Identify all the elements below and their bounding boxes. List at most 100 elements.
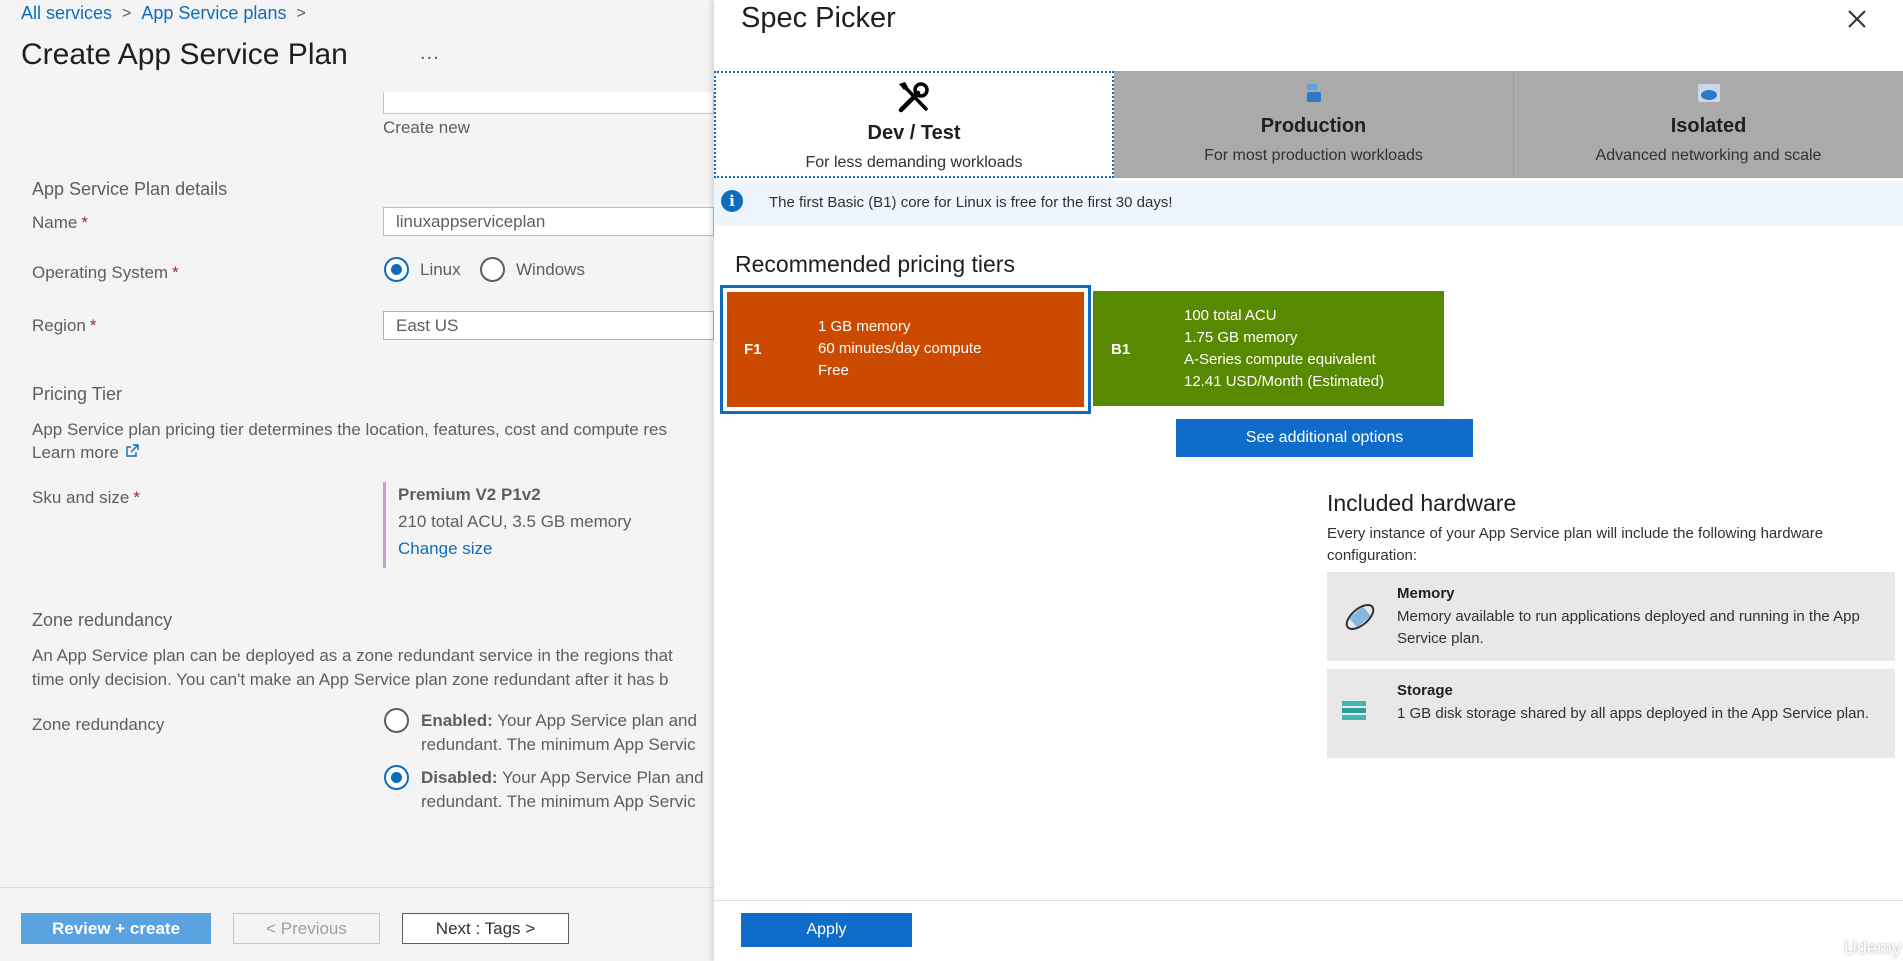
review-create-button[interactable]: Review + create bbox=[21, 913, 211, 944]
os-windows-label[interactable]: Windows bbox=[516, 260, 585, 280]
previous-button[interactable]: < Previous bbox=[233, 913, 380, 944]
zone-disabled-radio[interactable] bbox=[384, 765, 409, 790]
tab-dev-test-desc: For less demanding workloads bbox=[805, 154, 1023, 171]
info-banner: i The first Basic (B1) core for Linux is… bbox=[714, 181, 1903, 226]
tier-b1-line: 12.41 USD/Month (Estimated) bbox=[1184, 373, 1385, 390]
tab-production-label: Production bbox=[1260, 115, 1367, 137]
more-options-icon[interactable]: ... bbox=[420, 42, 440, 65]
tab-isolated-desc: Advanced networking and scale bbox=[1595, 147, 1822, 164]
breadcrumb: All services > App Service plans > bbox=[21, 3, 306, 24]
included-hardware-desc: Every instance of your App Service plan … bbox=[1327, 525, 1824, 564]
memory-icon bbox=[1345, 604, 1375, 630]
production-icon bbox=[1306, 84, 1321, 102]
tier-f1-card[interactable]: F1 1 GB memory 60 minutes/day compute Fr… bbox=[727, 292, 1084, 407]
required-mark: * bbox=[81, 213, 88, 232]
zone-disabled-line-1: Your App Service Plan and bbox=[501, 768, 704, 787]
zone-disabled-bold: Disabled: bbox=[421, 768, 498, 787]
zone-label: Zone redundancy bbox=[32, 715, 165, 734]
spec-picker-blade: Spec Picker Dev / Test For less demandin… bbox=[714, 0, 1903, 961]
breadcrumb-app-service-plans[interactable]: App Service plans bbox=[141, 3, 286, 24]
os-label-text: Operating System bbox=[32, 263, 169, 282]
hardware-storage-card: Storage 1 GB disk storage shared by all … bbox=[1327, 669, 1895, 758]
info-icon: i bbox=[721, 190, 743, 212]
isolated-icon bbox=[1697, 84, 1720, 102]
tab-production-desc: For most production workloads bbox=[1204, 147, 1423, 164]
external-link-icon bbox=[125, 444, 139, 457]
tier-b1-line: 100 total ACU bbox=[1184, 307, 1277, 324]
hardware-storage-desc: 1 GB disk storage shared by all apps dep… bbox=[1397, 705, 1869, 722]
details-heading: App Service Plan details bbox=[32, 179, 228, 199]
tier-f1-line: Free bbox=[818, 362, 849, 379]
tier-b1-details: 100 total ACU 1.75 GB memory A-Series co… bbox=[1184, 305, 1384, 393]
included-hardware-heading: Included hardware bbox=[1327, 490, 1517, 516]
required-mark: * bbox=[172, 263, 179, 282]
next-tags-button[interactable]: Next : Tags > bbox=[402, 913, 569, 944]
workload-tabs: Dev / Test For less demanding workloads … bbox=[714, 71, 1903, 178]
required-mark: * bbox=[89, 316, 97, 335]
sku-title: Premium V2 P1v2 bbox=[398, 485, 541, 504]
zone-enabled-text: Enabled: Your App Service plan and redun… bbox=[421, 709, 714, 757]
sku-subtitle: 210 total ACU, 3.5 GB memory bbox=[398, 512, 632, 531]
resource-group-field[interactable] bbox=[383, 92, 714, 114]
region-select[interactable]: East US bbox=[383, 311, 714, 340]
tab-isolated-label: Isolated bbox=[1670, 115, 1747, 137]
sku-label: Sku and size * bbox=[32, 488, 140, 508]
tab-production[interactable]: Production For most production workloads bbox=[1114, 71, 1514, 178]
zone-enabled-bold: Enabled: bbox=[421, 711, 493, 730]
name-field[interactable]: linuxappserviceplan bbox=[383, 207, 714, 236]
tab-dev-test[interactable]: Dev / Test For less demanding workloads bbox=[714, 71, 1114, 178]
os-label: Operating System * bbox=[32, 263, 179, 283]
tab-isolated[interactable]: Isolated Advanced networking and scale bbox=[1514, 71, 1903, 178]
sku-label-text: Sku and size bbox=[32, 488, 130, 507]
zone-heading: Zone redundancy bbox=[32, 610, 173, 630]
tier-f1-line: 1 GB memory bbox=[818, 318, 911, 335]
zone-enabled-radio[interactable] bbox=[384, 708, 409, 733]
tier-f1-details: 1 GB memory 60 minutes/day compute Free bbox=[818, 316, 981, 382]
see-additional-options-button[interactable]: See additional options bbox=[1176, 419, 1473, 457]
tier-b1-code: B1 bbox=[1111, 341, 1131, 358]
info-text: The first Basic (B1) core for Linux is f… bbox=[769, 194, 1173, 211]
tools-icon bbox=[898, 82, 929, 113]
spec-picker-title: Spec Picker bbox=[741, 2, 896, 34]
tier-f1-line: 60 minutes/day compute bbox=[818, 340, 982, 357]
sku-summary: Premium V2 P1v2 210 total ACU, 3.5 GB me… bbox=[383, 482, 703, 568]
hardware-storage-name: Storage bbox=[1397, 682, 1453, 699]
close-icon[interactable] bbox=[1846, 8, 1868, 30]
storage-icon bbox=[1342, 701, 1366, 720]
zone-disabled-text: Disabled: Your App Service Plan and redu… bbox=[421, 766, 714, 814]
tier-f1-code: F1 bbox=[744, 341, 762, 358]
region-label: Region * bbox=[32, 316, 97, 336]
required-mark: * bbox=[133, 488, 140, 507]
breadcrumb-separator: > bbox=[296, 4, 306, 22]
learn-more-link[interactable]: Learn more bbox=[32, 440, 140, 465]
zone-description-line-2: time only decision. You can't make an Ap… bbox=[32, 670, 669, 689]
zone-disabled-line-2: redundant. The minimum App Servic bbox=[421, 792, 696, 811]
zone-description-line-1: An App Service plan can be deployed as a… bbox=[32, 646, 673, 665]
tier-b1-line: 1.75 GB memory bbox=[1184, 329, 1298, 346]
page-title: Create App Service Plan bbox=[21, 38, 348, 71]
name-label-text: Name bbox=[32, 213, 78, 232]
create-new-link[interactable]: Create new bbox=[383, 118, 470, 138]
pricing-description: App Service plan pricing tier determines… bbox=[32, 420, 668, 439]
breadcrumb-all-services[interactable]: All services bbox=[21, 3, 112, 24]
learn-more-text: Learn more bbox=[32, 443, 119, 462]
change-size-link[interactable]: Change size bbox=[398, 535, 703, 562]
os-linux-radio[interactable] bbox=[384, 257, 409, 282]
hardware-memory-desc: Memory available to run applications dep… bbox=[1397, 608, 1860, 647]
zone-enabled-line-2: redundant. The minimum App Servic bbox=[421, 735, 696, 754]
footer-divider bbox=[714, 900, 1903, 901]
watermark: Udemy bbox=[1843, 938, 1901, 958]
region-label-text: Region bbox=[32, 316, 86, 335]
breadcrumb-separator: > bbox=[122, 4, 132, 22]
os-windows-radio[interactable] bbox=[480, 257, 505, 282]
apply-button[interactable]: Apply bbox=[741, 913, 912, 947]
pricing-heading: Pricing Tier bbox=[32, 384, 123, 404]
os-linux-label[interactable]: Linux bbox=[420, 260, 461, 280]
hardware-memory-card: Memory Memory available to run applicati… bbox=[1327, 572, 1895, 661]
footer-divider bbox=[0, 887, 714, 888]
name-label: Name * bbox=[32, 213, 88, 233]
tier-b1-line: A-Series compute equivalent bbox=[1184, 351, 1376, 368]
create-plan-blade: All services > App Service plans > Creat… bbox=[0, 0, 714, 961]
tier-b1-card[interactable]: B1 100 total ACU 1.75 GB memory A-Series… bbox=[1093, 291, 1444, 406]
tab-dev-test-label: Dev / Test bbox=[867, 122, 961, 144]
